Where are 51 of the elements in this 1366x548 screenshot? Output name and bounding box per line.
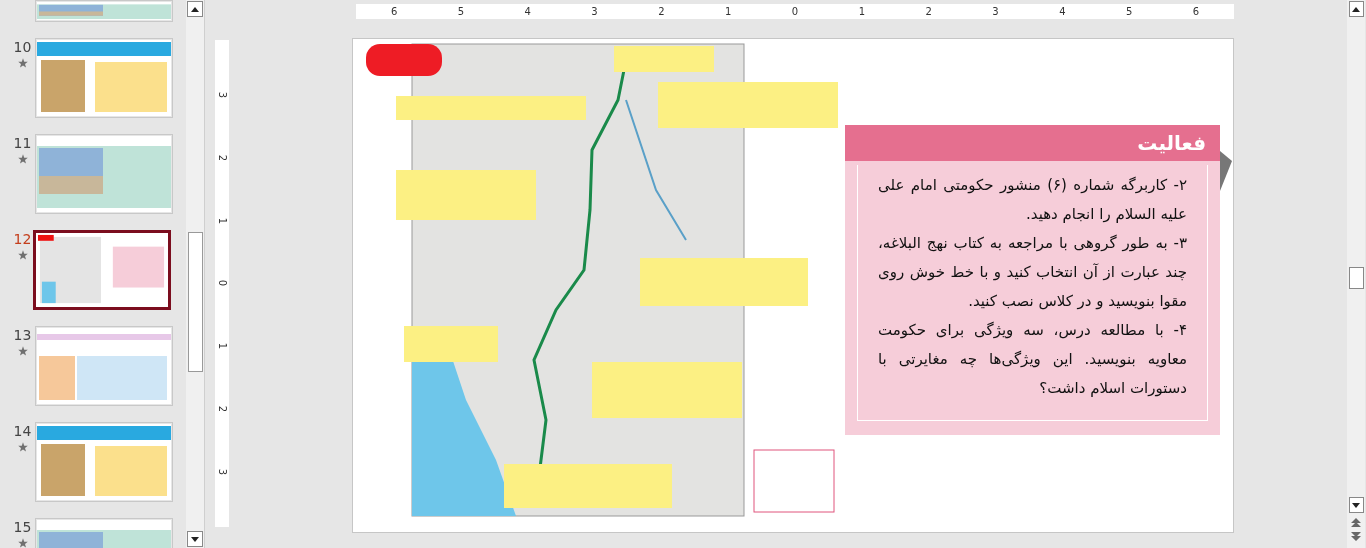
ruler-number: 5 bbox=[1125, 5, 1134, 18]
up-arrow-icon bbox=[1352, 6, 1360, 12]
ruler-number: 6 bbox=[390, 5, 399, 18]
ruler-number: 1 bbox=[217, 217, 227, 224]
ruler-number: 2 bbox=[217, 405, 227, 413]
ruler-number: 2 bbox=[657, 5, 666, 18]
star-icon bbox=[17, 538, 28, 548]
slide-number: 11 bbox=[13, 134, 32, 152]
activity-paragraph: ۳- به طور گروهی با مراجعه به کتاب نهج البلاغه، چند عبارت از آن انتخاب کنید و با خط خوش روی مقوا بنویسید و در کلاس نصب کنید. bbox=[878, 233, 1187, 312]
slide-number: 10 bbox=[13, 38, 32, 56]
scroll-down-button[interactable] bbox=[1348, 497, 1364, 513]
slide-number: 15 bbox=[13, 518, 32, 536]
scroll-up-button[interactable] bbox=[1348, 1, 1364, 17]
ruler-number: 3 bbox=[590, 5, 599, 18]
previous-slide-icon[interactable] bbox=[1351, 518, 1361, 528]
ruler-number: 4 bbox=[523, 5, 532, 18]
ruler-number: 1 bbox=[857, 5, 866, 18]
scroll-thumb[interactable] bbox=[1348, 267, 1364, 289]
slide-number: 14 bbox=[13, 422, 32, 440]
scroll-down-button[interactable] bbox=[187, 531, 203, 547]
ruler-number: 0 bbox=[217, 280, 227, 287]
activity-paragraph: ۲- کاربرگه شماره (۶) منشور حکومتی امام علی علیه السلام را انجام دهید. bbox=[878, 175, 1187, 225]
slide-number: 12 bbox=[13, 230, 32, 248]
ruler-number: 3 bbox=[217, 468, 227, 476]
ruler-number: 3 bbox=[217, 91, 227, 99]
ruler-number: 3 bbox=[991, 5, 1000, 18]
activity-title: فعالیت bbox=[1137, 130, 1206, 157]
ruler-number: 1 bbox=[724, 5, 733, 18]
ruler-number: 6 bbox=[1192, 5, 1200, 18]
scroll-up-button[interactable] bbox=[187, 1, 203, 17]
star-icon bbox=[17, 346, 28, 356]
slide-number: 13 bbox=[13, 326, 32, 344]
scrollbar[interactable] bbox=[186, 0, 204, 548]
scroll-thumb[interactable] bbox=[187, 232, 203, 372]
activity-paragraph: ۴- با مطالعه درس، سه ویژگی برای حکومت معاویه بنویسید. این ویژگی‌ها چه مغایرتی با دستورات اسلام داشت؟ bbox=[878, 320, 1187, 399]
fold-icon bbox=[1220, 151, 1232, 191]
ruler-number: 4 bbox=[1058, 5, 1067, 18]
down-arrow-icon bbox=[1352, 502, 1360, 508]
star-icon bbox=[17, 58, 28, 68]
scrollbar[interactable] bbox=[1347, 0, 1365, 548]
ruler-number: 2 bbox=[217, 154, 227, 161]
ruler-number: 1 bbox=[217, 343, 227, 350]
star-icon bbox=[17, 154, 28, 164]
star-icon bbox=[17, 442, 28, 452]
up-arrow-icon bbox=[191, 6, 199, 12]
ruler-number: 0 bbox=[791, 5, 800, 18]
down-arrow-icon bbox=[191, 536, 199, 542]
ruler-number: 5 bbox=[456, 5, 465, 18]
star-icon bbox=[17, 250, 28, 260]
ruler-number: 2 bbox=[924, 5, 933, 18]
next-slide-icon[interactable] bbox=[1351, 531, 1361, 541]
